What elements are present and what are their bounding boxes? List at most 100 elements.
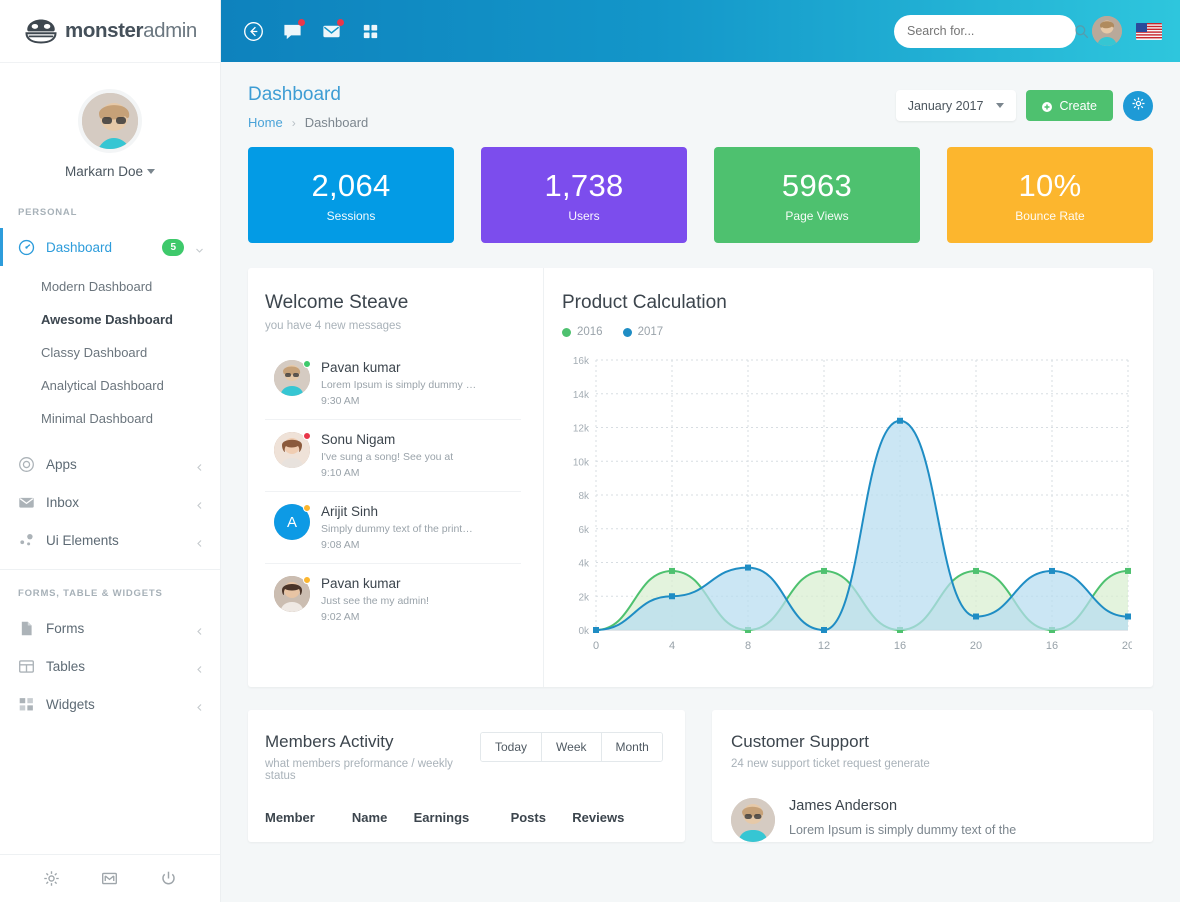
tab-week[interactable]: Week [542, 733, 601, 761]
legend-item-2017[interactable]: 2017 [623, 326, 664, 338]
svg-text:16k: 16k [573, 356, 590, 367]
stat-card-page-views[interactable]: 5963 Page Views [714, 147, 920, 243]
sidebar-item-tables-label: Tables [46, 659, 184, 674]
chevron-down-icon [147, 169, 155, 174]
back-arrow-circle-icon[interactable] [243, 21, 264, 42]
support-subtitle: 24 new support ticket request generate [731, 758, 1133, 770]
avatar [274, 576, 310, 612]
chevron-left-icon [195, 700, 204, 709]
list-item[interactable]: Sonu Nigam I've sung a song! See you at … [265, 420, 521, 492]
sidebar-item-widgets[interactable]: Widgets [0, 685, 220, 723]
us-flag-icon[interactable] [1136, 23, 1162, 40]
envelope-icon[interactable] [321, 21, 342, 42]
envelope-icon [18, 494, 35, 511]
sidebar-subitem-modern-dashboard[interactable]: Modern Dashboard [0, 270, 220, 303]
svg-text:2k: 2k [578, 592, 590, 603]
sidebar-item-apps[interactable]: Apps [0, 445, 220, 483]
sidebar-subitem-minimal-dashboard[interactable]: Minimal Dashboard [0, 402, 220, 435]
page-title: Dashboard [248, 84, 368, 106]
sidebar-item-dashboard[interactable]: Dashboard 5 [0, 228, 220, 266]
members-table: Member Name Earnings Posts Reviews [265, 810, 663, 839]
speedometer-icon [18, 239, 35, 256]
tab-today[interactable]: Today [481, 733, 542, 761]
sidebar-subitem-analytical-dashboard[interactable]: Analytical Dashboard [0, 369, 220, 402]
support-ticket-name: James Anderson [789, 798, 1016, 814]
support-ticket-text: Lorem Ipsum is simply dummy text of the [789, 821, 1016, 839]
stat-value: 10% [1019, 168, 1082, 204]
svg-text:16: 16 [1046, 640, 1058, 652]
column-header-reviews: Reviews [572, 810, 663, 839]
support-ticket-body: James Anderson Lorem Ipsum is simply dum… [789, 798, 1016, 839]
settings-gear-icon[interactable] [43, 870, 60, 887]
status-badge [303, 504, 311, 512]
message-body: Sonu Nigam I've sung a song! See you at … [321, 432, 453, 479]
page-header: Dashboard Home › Dashboard January 2017 … [221, 62, 1180, 130]
stat-card-bounce-rate[interactable]: 10% Bounce Rate [947, 147, 1153, 243]
stat-value: 1,738 [544, 168, 623, 204]
gear-icon [1131, 96, 1146, 116]
sidebar-subitem-classy-dashboard[interactable]: Classy Dashboard [0, 336, 220, 369]
sidebar-item-tables[interactable]: Tables [0, 647, 220, 685]
stat-card-sessions[interactable]: 2,064 Sessions [248, 147, 454, 243]
stat-card-users[interactable]: 1,738 Users [481, 147, 687, 243]
avatar[interactable] [1092, 16, 1122, 46]
chevron-left-icon [195, 662, 204, 671]
svg-text:10k: 10k [573, 457, 590, 468]
column-header-member: Member [265, 810, 352, 839]
sidebar-dashboard-submenu: Modern Dashboard Awesome Dashboard Class… [0, 266, 220, 445]
page-header-titles: Dashboard Home › Dashboard [248, 84, 368, 130]
breadcrumb-home[interactable]: Home [248, 115, 283, 130]
sidebar-item-ui-elements[interactable]: Ui Elements [0, 521, 220, 559]
mail-icon[interactable] [101, 870, 118, 887]
search-box[interactable] [894, 15, 1076, 48]
sidebar-item-widgets-label: Widgets [46, 697, 184, 712]
message-time: 9:30 AM [321, 395, 476, 407]
search-icon[interactable] [1074, 24, 1089, 39]
support-ticket[interactable]: James Anderson Lorem Ipsum is simply dum… [731, 798, 1133, 842]
stat-cards: 2,064 Sessions 1,738 Users 5963 Page Vie… [221, 130, 1180, 243]
avatar [731, 798, 775, 842]
settings-button[interactable] [1123, 91, 1153, 121]
date-filter-dropdown[interactable]: January 2017 [896, 90, 1017, 121]
sidebar-item-forms[interactable]: Forms [0, 609, 220, 647]
row-welcome-chart: Welcome Steave you have 4 new messages P… [248, 268, 1153, 687]
product-calculation-panel: Product Calculation 2016 2017 0k2k4k6k8k… [544, 268, 1153, 687]
table-header-row: Member Name Earnings Posts Reviews [265, 810, 663, 839]
profile-name: Markarn Doe [0, 164, 220, 179]
monster-face-icon [24, 18, 58, 44]
search-input[interactable] [907, 24, 1068, 38]
grid-apps-icon[interactable] [360, 21, 381, 42]
area-chart[interactable]: 0k2k4k6k8k10k12k14k16k0481216201620 [562, 352, 1135, 677]
sidebar-item-dashboard-label: Dashboard [46, 240, 151, 255]
list-item[interactable]: Pavan kumar Just see the my admin! 9:02 … [265, 564, 521, 635]
chart-title: Product Calculation [562, 292, 1135, 314]
tab-month[interactable]: Month [602, 733, 663, 761]
list-item[interactable]: Pavan kumar Lorem Ipsum is simply dummy … [265, 348, 521, 420]
message-preview: Lorem Ipsum is simply dummy … [321, 379, 476, 391]
svg-text:20: 20 [970, 640, 982, 652]
legend-item-2016[interactable]: 2016 [562, 326, 603, 338]
column-header-earnings: Earnings [414, 810, 511, 839]
svg-text:4: 4 [669, 640, 675, 652]
message-sender: Sonu Nigam [321, 432, 453, 447]
file-icon [18, 620, 35, 637]
message-sender: Pavan kumar [321, 576, 429, 591]
sidebar-item-inbox-label: Inbox [46, 495, 184, 510]
message-sender: Arijit Sinh [321, 504, 473, 519]
chevron-left-icon [195, 624, 204, 633]
status-badge [303, 576, 311, 584]
sidebar-item-inbox[interactable]: Inbox [0, 483, 220, 521]
sidebar-profile[interactable]: Markarn Doe [0, 62, 220, 189]
sidebar-subitem-awesome-dashboard[interactable]: Awesome Dashboard [0, 303, 220, 336]
chevron-down-icon [996, 103, 1004, 108]
row-members-support: Members Activity what members preformanc… [221, 687, 1180, 842]
list-item[interactable]: A Arijit Sinh Simply dummy text of the p… [265, 492, 521, 564]
power-icon[interactable] [160, 870, 177, 887]
sidebar-dashboard-badge: 5 [162, 239, 184, 256]
brand-logo[interactable]: monsteradmin [0, 0, 220, 62]
chat-icon[interactable] [282, 21, 303, 42]
widgets-icon [18, 696, 35, 713]
welcome-title: Welcome Steave [265, 292, 521, 314]
sidebar-section-personal: PERSONAL [0, 189, 220, 228]
create-button[interactable]: Create [1026, 90, 1113, 121]
